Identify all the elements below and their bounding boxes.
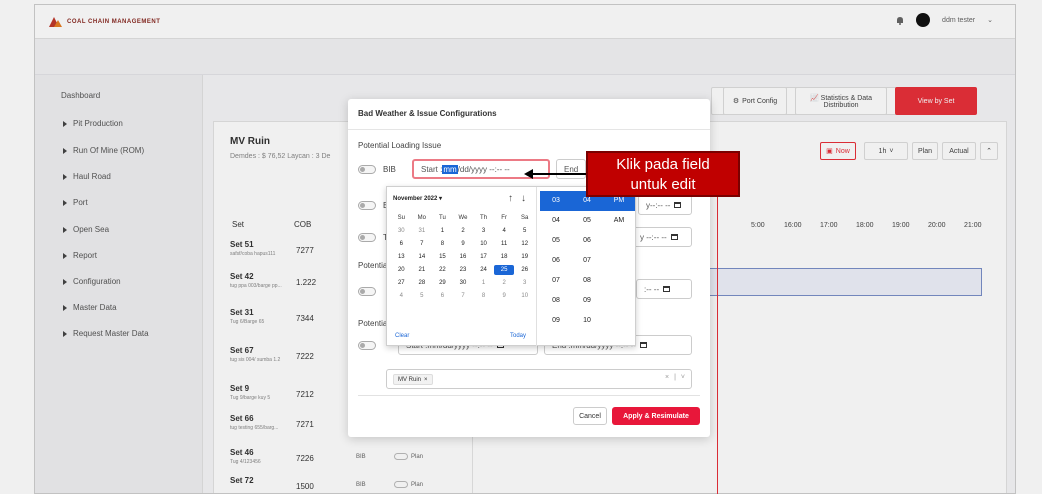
instruction-callout: Klik pada field untuk edit — [586, 151, 740, 197]
callout-arrow — [524, 169, 586, 179]
callout-line-2: untuk edit — [630, 176, 696, 193]
callout-line-1: Klik pada field — [616, 156, 710, 173]
arrow-head — [524, 169, 533, 179]
